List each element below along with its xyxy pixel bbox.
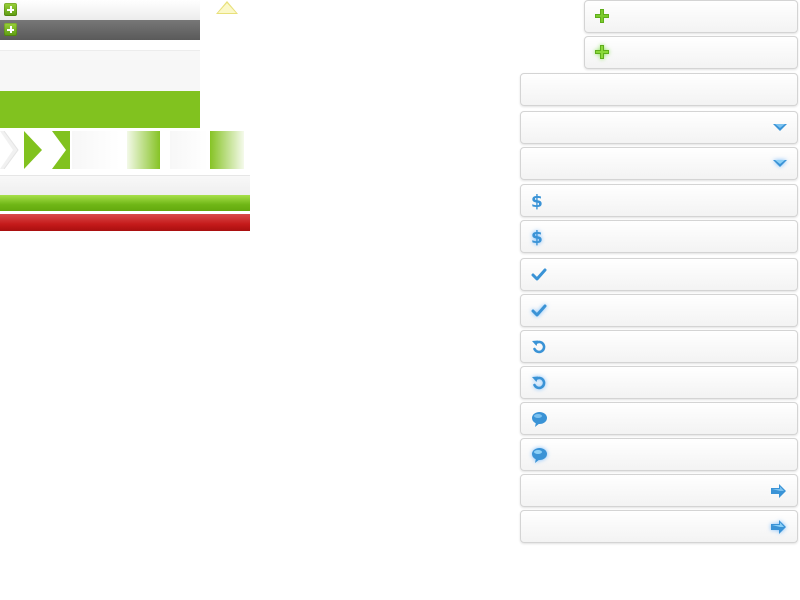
success-bar <box>0 195 250 211</box>
comment-button[interactable] <box>520 402 798 435</box>
error-bar <box>0 214 250 231</box>
refresh-icon <box>531 339 547 355</box>
gradient-tile <box>170 131 208 169</box>
svg-text:$: $ <box>531 192 543 210</box>
plain-button[interactable] <box>520 73 798 106</box>
plus-icon <box>594 44 610 60</box>
price-button-hover[interactable]: $ <box>520 220 798 253</box>
chevron-right-green-icon <box>52 131 70 169</box>
next-button-hover[interactable] <box>520 510 798 543</box>
panel-background <box>0 50 200 91</box>
dollar-icon: $ <box>530 227 544 246</box>
triangle-up-icon <box>216 1 238 14</box>
refresh-icon <box>531 375 547 391</box>
chevron-right-green-icon <box>24 131 42 169</box>
plus-icon[interactable] <box>4 3 17 16</box>
dark-header-row <box>0 20 200 40</box>
gradient-tile <box>72 131 120 169</box>
dropdown-arrow-icon <box>773 124 787 132</box>
add-button-hover[interactable] <box>584 36 798 69</box>
green-gradient-tile <box>210 131 244 169</box>
checkmark-icon <box>531 267 547 283</box>
green-gradient-tile <box>127 131 160 169</box>
refresh-button[interactable] <box>520 330 798 363</box>
dollar-icon: $ <box>530 191 544 210</box>
neutral-bar <box>0 175 250 195</box>
plus-icon <box>594 8 610 24</box>
light-header-row <box>0 0 200 20</box>
dropdown-button[interactable] <box>520 111 798 144</box>
green-band <box>0 91 200 128</box>
comment-button-hover[interactable] <box>520 438 798 471</box>
price-button[interactable]: $ <box>520 184 798 217</box>
refresh-button-hover[interactable] <box>520 366 798 399</box>
confirm-button-hover[interactable] <box>520 294 798 327</box>
confirm-button[interactable] <box>520 258 798 291</box>
next-button[interactable] <box>520 474 798 507</box>
chevron-right-white-icon <box>0 130 22 170</box>
speech-bubble-icon <box>531 411 548 427</box>
plus-icon[interactable] <box>4 23 17 36</box>
add-button[interactable] <box>584 0 798 33</box>
dropdown-arrow-icon <box>773 160 787 168</box>
svg-text:$: $ <box>531 228 543 246</box>
checkmark-icon <box>531 303 547 319</box>
arrow-right-icon <box>771 520 787 534</box>
speech-bubble-icon <box>531 447 548 463</box>
arrow-right-icon <box>771 484 787 498</box>
dropdown-button-hover[interactable] <box>520 147 798 180</box>
